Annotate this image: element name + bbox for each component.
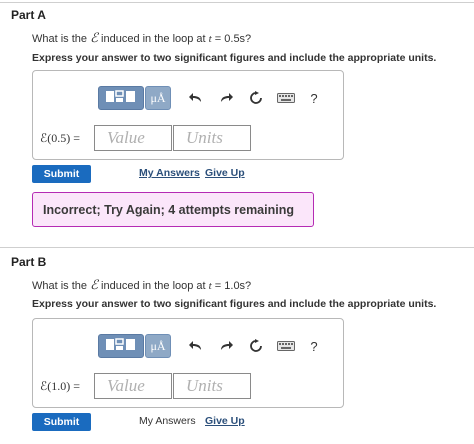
part-a-answer-box: μÅ ? ℰ(0.5) = Value Units	[32, 70, 344, 160]
units-input[interactable]: Units	[173, 125, 251, 151]
value-input[interactable]: Value	[94, 125, 172, 151]
top-divider	[0, 2, 474, 3]
keyboard-button[interactable]	[271, 334, 301, 358]
help-button[interactable]: ?	[301, 86, 327, 110]
undo-icon	[189, 340, 203, 352]
value-input[interactable]: Value	[94, 373, 172, 399]
my-answers-link[interactable]: My Answers	[139, 167, 200, 179]
part-b-instruction: Express your answer to two significant f…	[32, 298, 437, 310]
part-a-instruction: Express your answer to two significant f…	[32, 52, 437, 64]
emf-symbol: ℰ	[90, 30, 98, 45]
submit-button[interactable]: Submit	[32, 413, 91, 431]
part-b-toolbar: μÅ ?	[98, 333, 327, 359]
emf-symbol: ℰ	[90, 277, 98, 292]
undo-button[interactable]	[181, 86, 211, 110]
give-up-link[interactable]: Give Up	[205, 415, 245, 427]
units-button[interactable]: μÅ	[145, 334, 171, 358]
units-input[interactable]: Units	[173, 373, 251, 399]
keyboard-icon	[277, 93, 295, 103]
units-icon: μÅ	[150, 90, 166, 105]
reset-button[interactable]	[241, 86, 271, 110]
equation-label: ℰ(1.0) =	[40, 378, 81, 393]
part-b-answer-box: μÅ ? ℰ(1.0) = Value Units	[32, 318, 344, 408]
templates-button[interactable]	[98, 86, 144, 110]
templates-icon	[104, 336, 138, 357]
templates-button[interactable]	[98, 334, 144, 358]
keyboard-icon	[277, 341, 295, 351]
part-b-question: What is the ℰ induced in the loop at t =…	[32, 277, 252, 292]
feedback-message: Incorrect; Try Again; 4 attempts remaini…	[32, 192, 314, 227]
part-b-equation-row: ℰ(1.0) = Value Units	[40, 373, 251, 399]
part-a-question: What is the ℰ induced in the loop at t =…	[32, 30, 252, 45]
redo-button[interactable]	[211, 86, 241, 110]
help-button[interactable]: ?	[301, 334, 327, 358]
give-up-link[interactable]: Give Up	[205, 167, 245, 179]
part-a-title: Part A	[11, 8, 46, 22]
redo-button[interactable]	[211, 334, 241, 358]
submit-button[interactable]: Submit	[32, 165, 91, 183]
part-a-toolbar: μÅ ?	[98, 85, 327, 111]
reset-button[interactable]	[241, 334, 271, 358]
reset-icon	[249, 91, 263, 105]
redo-icon	[219, 340, 233, 352]
keyboard-button[interactable]	[271, 86, 301, 110]
help-icon: ?	[310, 90, 318, 106]
templates-icon	[104, 88, 138, 109]
units-button[interactable]: μÅ	[145, 86, 171, 110]
part-divider	[0, 247, 474, 248]
part-a-equation-row: ℰ(0.5) = Value Units	[40, 125, 251, 151]
equation-label: ℰ(0.5) =	[40, 130, 81, 145]
part-b-title: Part B	[11, 255, 47, 269]
my-answers-text[interactable]: My Answers	[139, 415, 196, 427]
undo-button[interactable]	[181, 334, 211, 358]
redo-icon	[219, 92, 233, 104]
undo-icon	[189, 92, 203, 104]
units-icon: μÅ	[150, 338, 166, 353]
help-icon: ?	[310, 338, 318, 354]
reset-icon	[249, 339, 263, 353]
